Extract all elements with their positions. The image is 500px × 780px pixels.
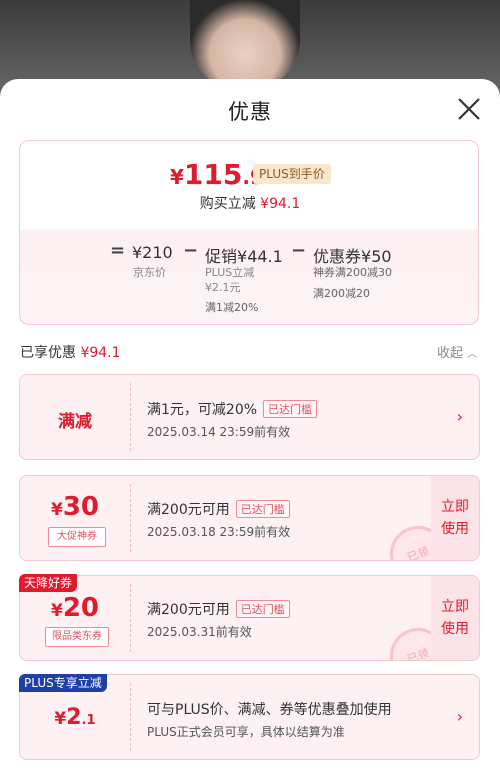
coupon-card-20[interactable]: ¥20 限品类东券 满200元可用 已达门槛 2025.03.31前有效 已领 立… [19,575,480,661]
enjoyed-discount: 已享优惠 ¥94.1 [20,342,121,362]
card-note: PLUS正式会员可享，具体以结算为准 [147,725,345,739]
card-divider [130,683,131,751]
coupon-card-30[interactable]: ¥30 大促神券 满200元可用 已达门槛 2025.03.18 23:59前有效… [19,475,480,561]
coupon-value: ¥30 [20,492,130,522]
card-expiry: 2025.03.18 23:59前有效 [147,525,291,539]
collapse-label: 收起 [437,346,464,361]
coupon-amount-20: 20 [62,593,100,623]
card-desc-text: 满200元可用 [147,502,230,518]
plus-amount-int: 2 [66,705,82,730]
card-divider [130,584,131,652]
plus-exclusive-tag: PLUS专享立减 [19,674,107,692]
card-description: 满200元可用 已达门槛 [147,499,290,519]
final-price-currency: ¥ [170,165,184,189]
coupon-type-tag: 大促神券 [48,527,106,547]
buy-discount-amount: ¥94.1 [260,196,301,212]
card-divider [130,383,131,451]
coupon-currency: ¥ [50,500,63,520]
promo-sub-full-reduction: 满1减20% [205,301,259,314]
minus-sign-2: − [291,240,307,261]
coupon-amount-30: 30 [62,492,100,522]
chevron-right-icon[interactable]: › [457,707,463,726]
coupon-sub-2: 满200减20 [313,287,370,300]
plus-amount-dec: .1 [81,713,96,728]
chevron-up-icon: ︿ [467,349,478,360]
threshold-reached-badge: 已达门槛 [263,400,318,418]
threshold-reached-badge: 已达门槛 [235,600,290,618]
card-divider [130,484,131,552]
use-now-button[interactable]: 立即使用 [431,576,479,660]
card-description: 可与PLUS价、满减、券等优惠叠加使用 [147,702,392,718]
coupon-sub-1: 神券满200减30 [313,266,392,279]
full-reduction-type: 满减 [58,412,92,432]
enjoyed-label: 已享优惠 [20,345,76,361]
minus-sign-1: − [183,240,199,261]
card-description: 满1元，可减20% 已达门槛 [147,399,318,419]
use-now-label: 立即使用 [441,599,469,637]
coupon-currency: ¥ [50,601,63,621]
card-desc-text: 满200元可用 [147,602,230,618]
jd-price-label: 京东价 [133,266,166,279]
card-description: 满200元可用 已达门槛 [147,599,290,619]
equals-sign: = [110,240,126,261]
sky-coupon-tag: 天降好券 [19,574,78,592]
card-left-panel: ¥30 大促神券 [20,476,130,560]
buy-discount-line: 购买立减 ¥94.1 [0,193,500,213]
final-price-integer: 115 [183,158,243,191]
jd-price: ¥210 [132,243,173,262]
sheet-title: 优惠 [228,100,272,124]
plus-price-badge: PLUS到手价 [253,164,331,184]
chevron-right-icon[interactable]: › [457,407,463,426]
card-desc-text: 满1元，可减20% [147,402,258,418]
discount-card-full-reduction[interactable]: 满减 满1元，可减20% 已达门槛 2025.03.14 23:59前有效 › [19,374,480,460]
buy-discount-label: 购买立减 [199,196,256,212]
close-icon[interactable] [456,96,482,122]
card-expiry: 2025.03.14 23:59前有效 [147,425,291,439]
final-price: ¥115.9 [170,158,264,191]
threshold-reached-badge: 已达门槛 [235,500,290,518]
use-now-button[interactable]: 立即使用 [431,476,479,560]
enjoyed-amount: ¥94.1 [80,345,121,361]
background-portrait [190,0,300,90]
card-left-panel: 满减 [20,375,130,459]
plus-discount-value: ¥2.1 [20,705,130,730]
card-expiry: 2025.03.31前有效 [147,625,252,639]
collapse-button[interactable]: 收起 ︿ [437,342,477,361]
promo-sub-plus-amount: ¥2.1元 [205,281,241,294]
coupon-value: ¥20 [20,593,130,623]
promo-sub-plus: PLUS立减 [205,266,255,279]
coupon-type-tag: 限品类东券 [45,627,109,647]
plus-currency: ¥ [54,709,67,729]
use-now-label: 立即使用 [441,499,469,537]
